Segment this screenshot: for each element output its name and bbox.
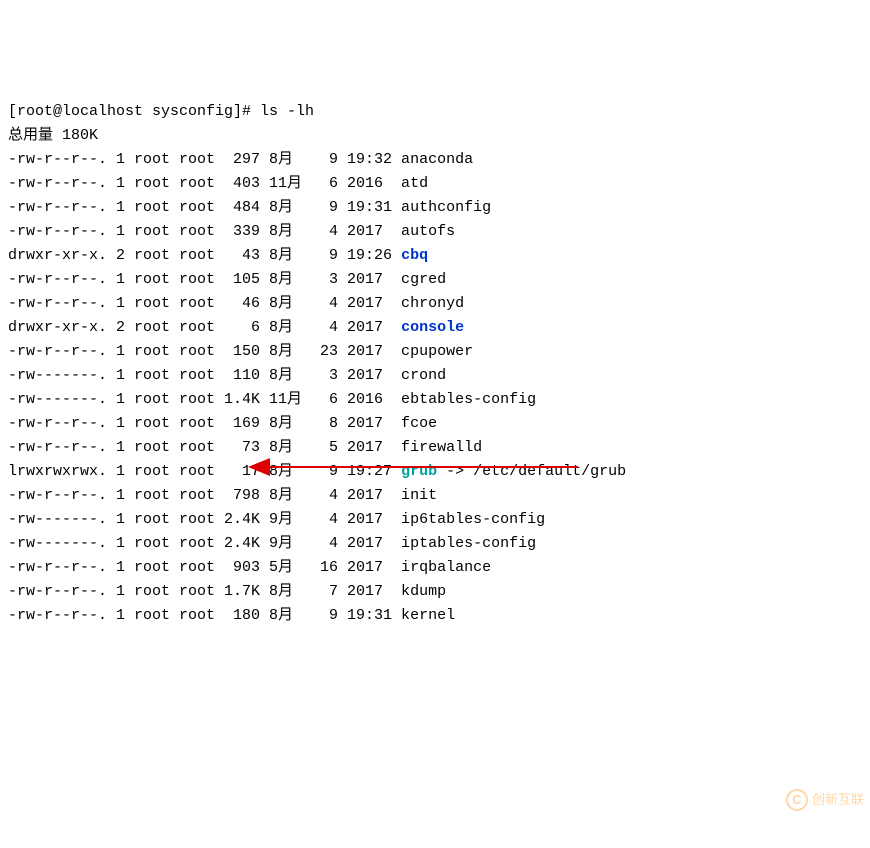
- watermark-icon: C: [786, 789, 808, 811]
- watermark-text: 创新互联: [812, 788, 864, 812]
- terminal-output: [root@localhost sysconfig]# ls -lh 总用量 1…: [8, 100, 862, 628]
- watermark: C 创新互联: [786, 788, 864, 812]
